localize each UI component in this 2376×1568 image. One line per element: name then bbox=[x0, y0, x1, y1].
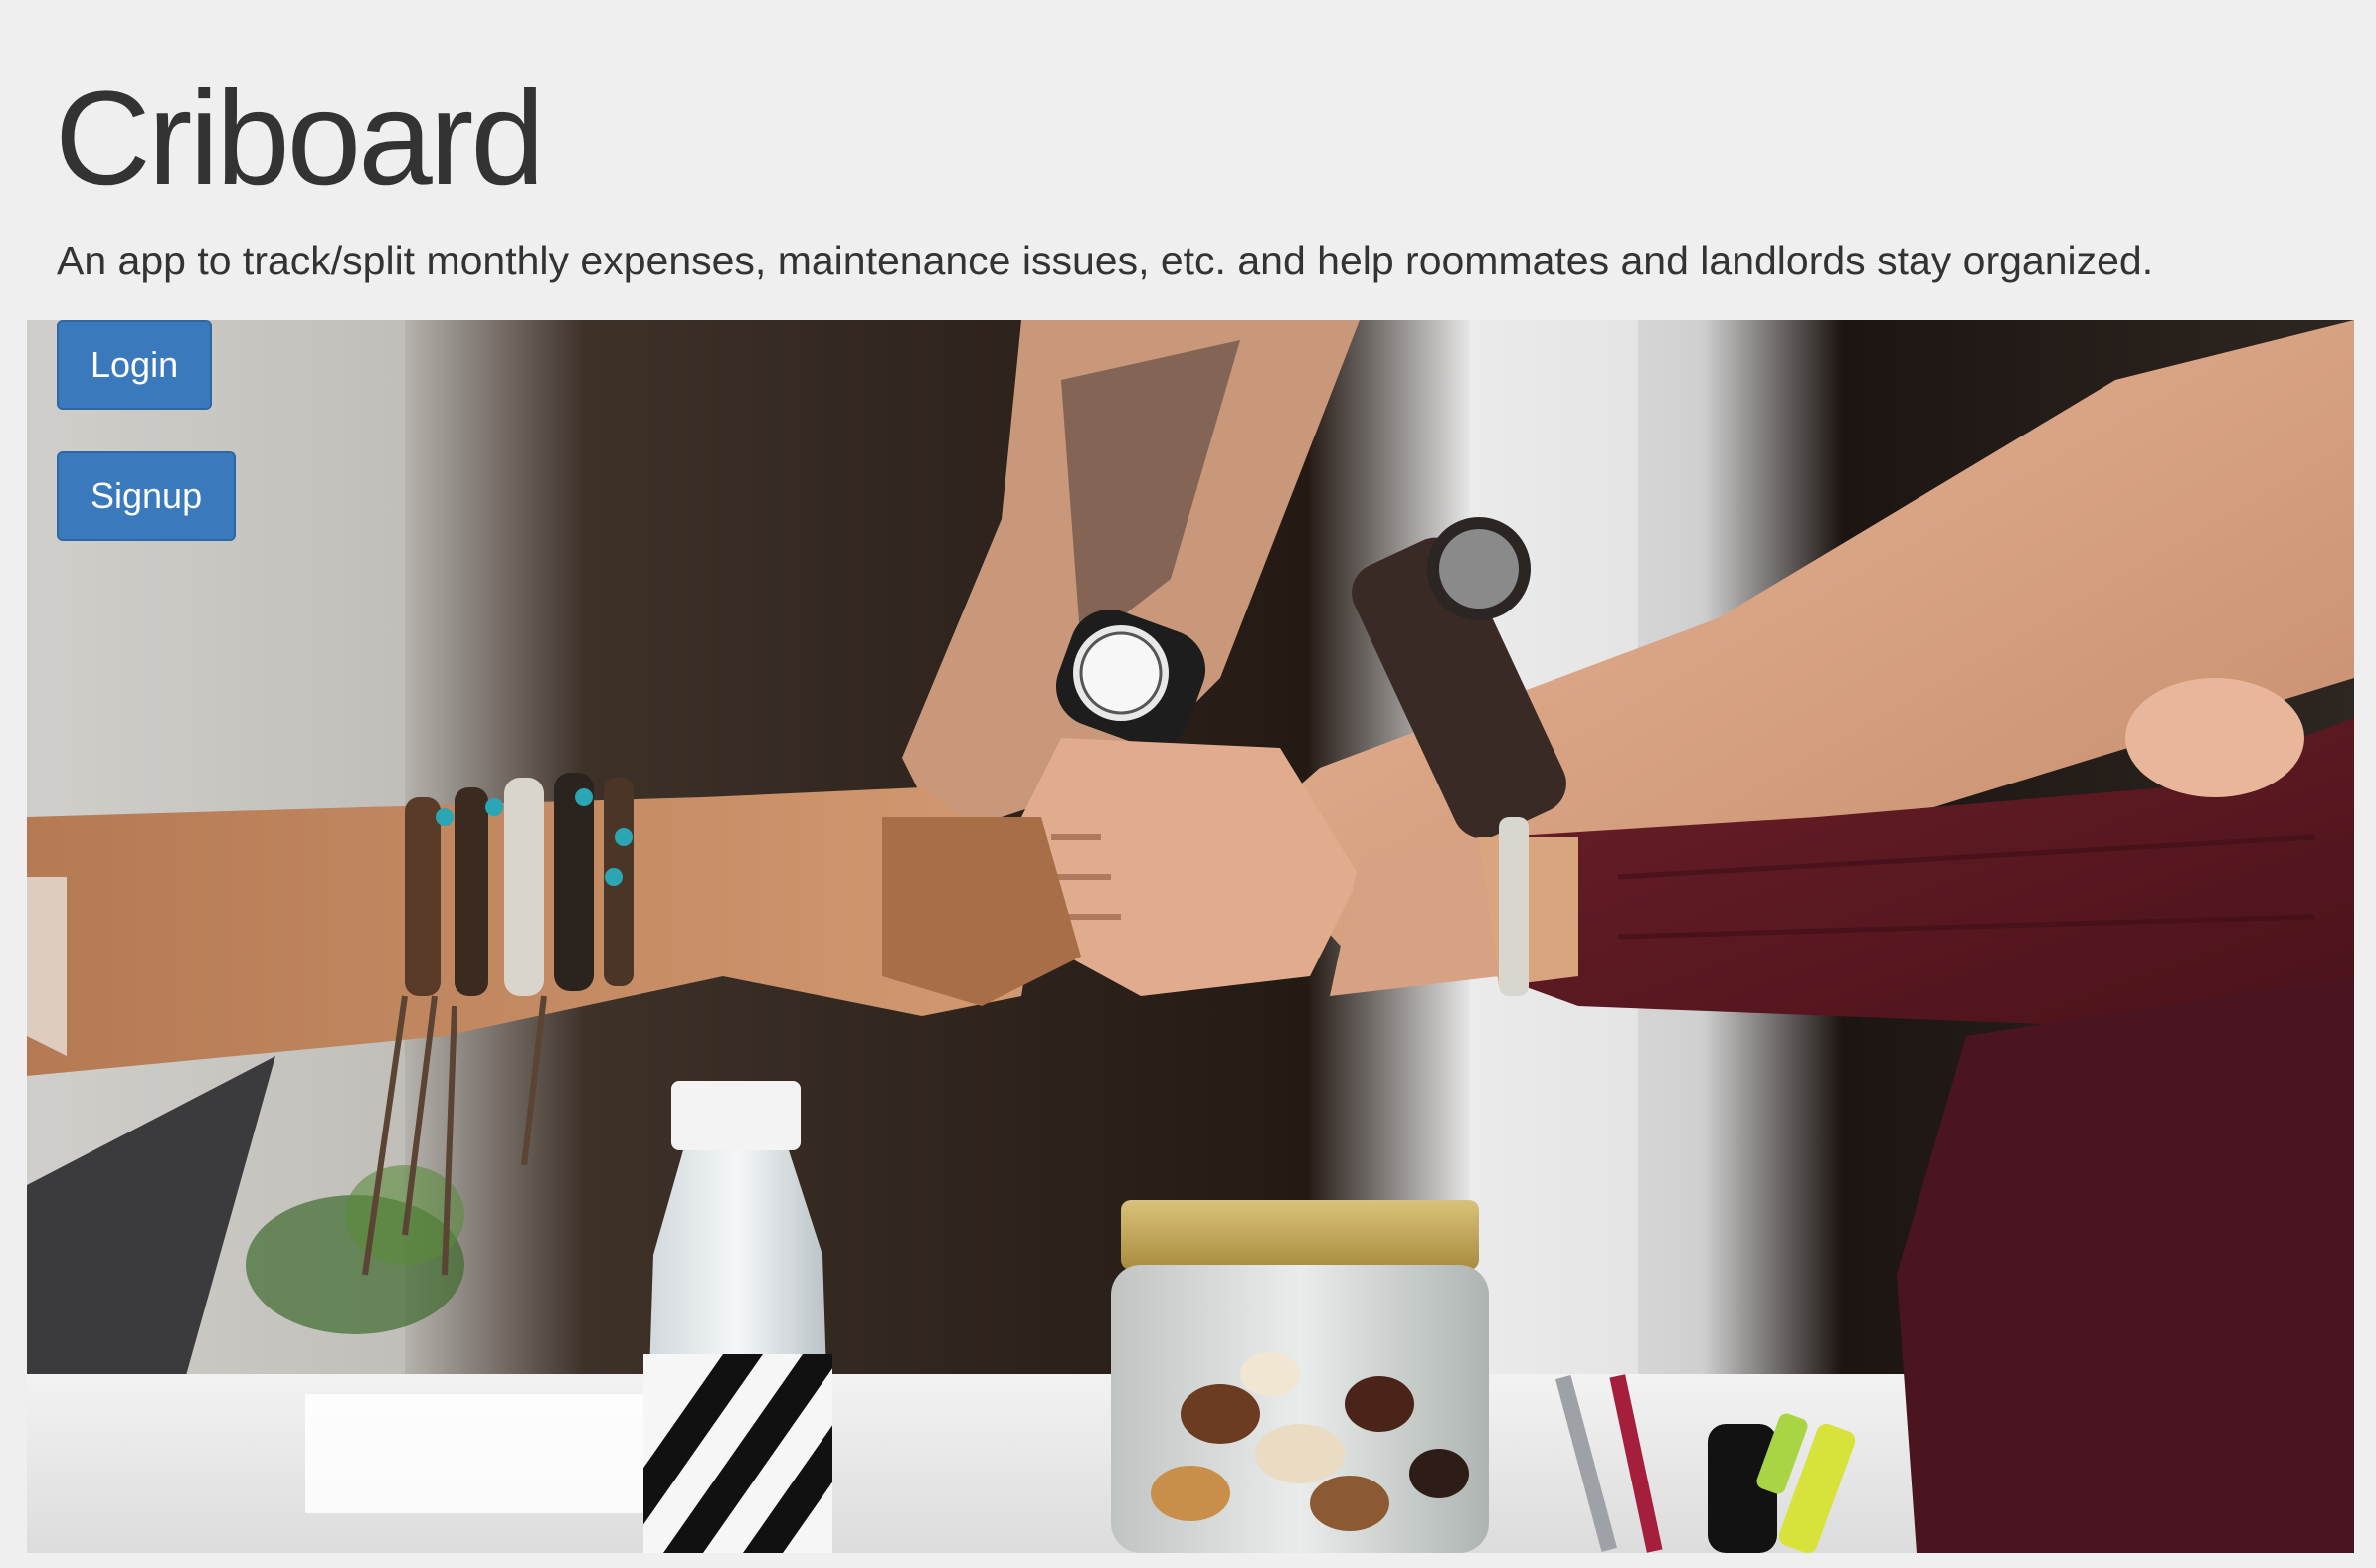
app-description: An app to track/split monthly expenses, … bbox=[57, 238, 2154, 283]
signup-button[interactable]: Signup bbox=[57, 451, 237, 541]
landing-page: Criboard An app to track/split monthly e… bbox=[0, 0, 2376, 1568]
nut-jar bbox=[1111, 1200, 1489, 1553]
login-button[interactable]: Login bbox=[57, 320, 213, 410]
teamwork-fist-bump-photo bbox=[27, 320, 2354, 1553]
hero-image: Login Signup bbox=[27, 320, 2354, 1553]
app-title: Criboard bbox=[55, 65, 545, 213]
